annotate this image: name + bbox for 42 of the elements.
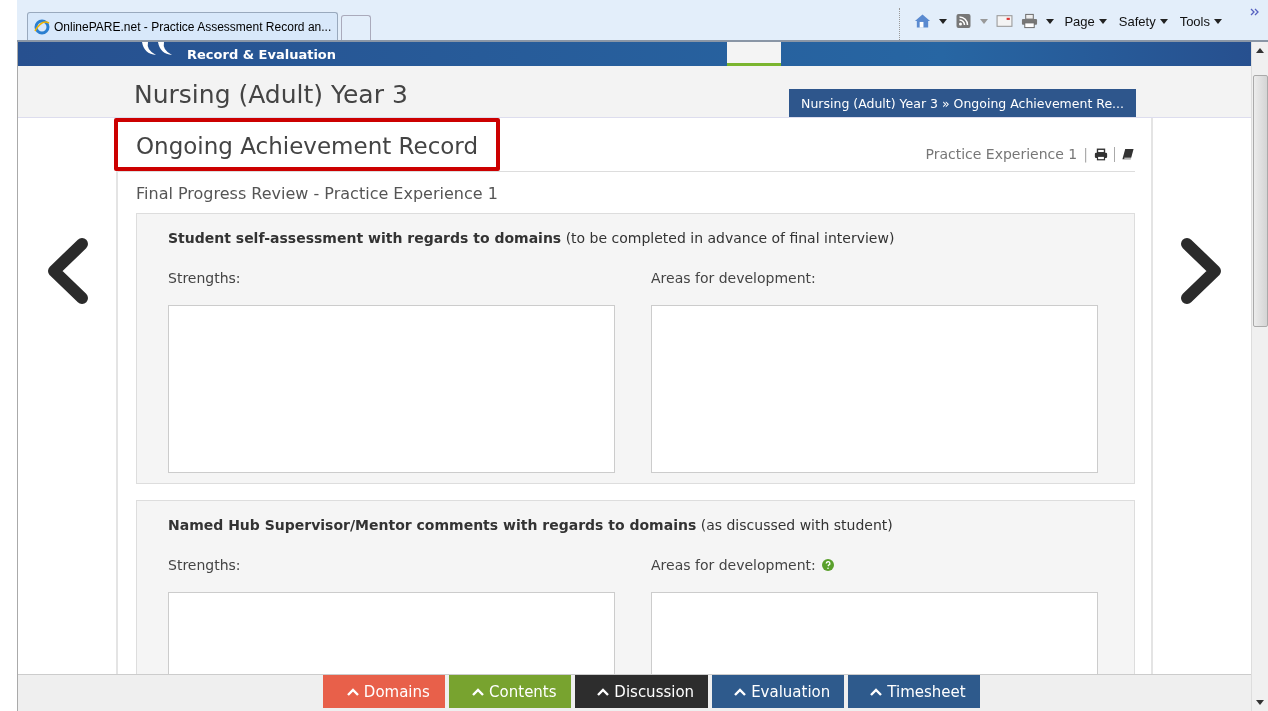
panel-toggle-button[interactable]: Discussion — [575, 675, 709, 708]
caret-icon[interactable] — [939, 18, 948, 24]
field-label: Areas for development: — [651, 557, 816, 573]
browser-logo-icon — [34, 18, 50, 35]
panel-heading: Student self-assessment with regards to domains (to be completed in advance of final interview) — [168, 230, 896, 246]
caret-icon — [1098, 18, 1107, 24]
command-menu[interactable]: Tools — [1177, 13, 1224, 29]
chevron-up-icon — [472, 687, 485, 696]
command-menu[interactable]: Page — [1062, 13, 1109, 29]
chevron-up-icon — [597, 687, 610, 696]
scroll-down-icon[interactable] — [1256, 700, 1264, 705]
chevron-up-icon — [734, 687, 747, 696]
field-label: Areas for development: — [651, 270, 816, 286]
breadcrumb-link[interactable]: Nursing (Adult) Year 3 » Ongoing Achievement Re... — [789, 89, 1136, 117]
help-icon[interactable] — [821, 559, 834, 571]
experience-label: Practice Experience 1 — [925, 146, 1078, 162]
mail-icon[interactable] — [996, 13, 1014, 29]
panel-heading: Named Hub Supervisor/Mentor comments with regards to domains (as discussed with student) — [168, 517, 894, 533]
panel-toggle-button[interactable]: Timesheet — [848, 675, 980, 708]
chevron-icon[interactable] — [1250, 8, 1260, 16]
page-title: Ongoing Achievement Record — [114, 118, 500, 171]
panel-toggle-button[interactable]: Evaluation — [712, 675, 845, 708]
nav-tab[interactable] — [727, 42, 782, 66]
home-icon[interactable] — [914, 13, 932, 29]
caret-icon[interactable] — [1046, 18, 1055, 24]
field-label: Strengths: — [168, 270, 241, 286]
course-title: Nursing (Adult) Year 3 — [134, 80, 408, 109]
separator: | — [1083, 146, 1088, 162]
site-name: Record & Evaluation — [187, 46, 337, 62]
section-subtitle: Final Progress Review - Practice Experience 1 — [135, 183, 499, 205]
book-icon[interactable] — [1121, 147, 1135, 161]
browser-tab[interactable]: OnlinePARE.net - Practice Assessment Record an... — [27, 12, 339, 40]
field-label: Strengths: — [168, 557, 241, 573]
caret-icon — [1159, 18, 1168, 24]
print-icon[interactable] — [1094, 147, 1108, 161]
scrollbar[interactable] — [1251, 42, 1268, 711]
feed-icon[interactable] — [955, 13, 973, 29]
caret-icon — [1214, 18, 1222, 24]
command-menu[interactable]: Safety — [1116, 13, 1170, 29]
chevron-up-icon — [870, 687, 883, 696]
scroll-up-icon[interactable] — [1256, 48, 1264, 53]
chevron-up-icon — [346, 687, 359, 696]
